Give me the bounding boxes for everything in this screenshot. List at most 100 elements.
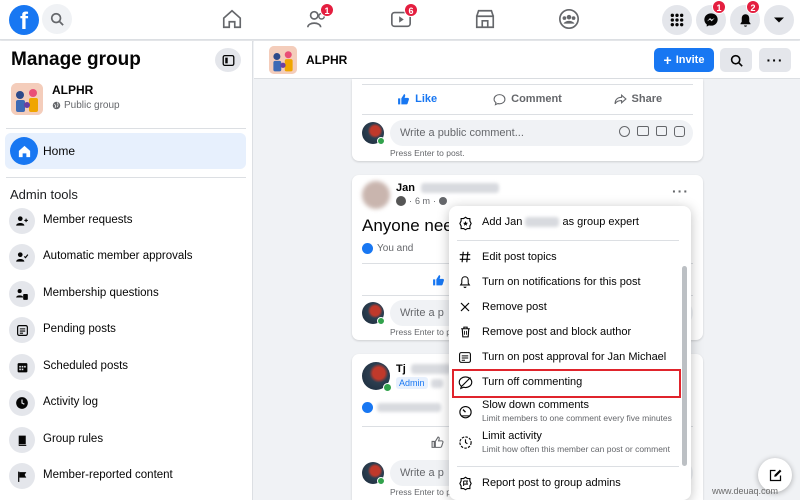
sticker-icon[interactable] — [674, 126, 685, 137]
separator-dot: · — [409, 196, 412, 206]
nav-groups-tab[interactable] — [549, 4, 589, 34]
author-avatar[interactable] — [362, 181, 390, 209]
flag-icon — [9, 463, 35, 489]
sidebar-item-pending-posts[interactable]: Pending posts — [5, 315, 246, 345]
sidebar-item-membership-questions[interactable]: Membership questions — [5, 279, 246, 309]
menu-item-slow-down-comments[interactable]: Slow down comments Limit members to one … — [449, 396, 681, 426]
sidebar-item-home[interactable]: Home — [5, 133, 246, 169]
menu-scrollbar[interactable] — [682, 266, 687, 466]
logo-letter: f — [20, 8, 28, 35]
watch-badge: 6 — [404, 3, 418, 17]
menu-item-edit-post-topics[interactable]: Edit post topics — [449, 245, 681, 269]
gif-icon[interactable] — [656, 126, 667, 136]
notifications-badge: 2 — [746, 0, 760, 14]
camera-icon[interactable] — [637, 126, 649, 136]
sidebar-item-group-rules[interactable]: Group rules — [5, 425, 246, 455]
nav-home-tab[interactable] — [212, 4, 252, 34]
group-avatar[interactable] — [269, 46, 297, 74]
press-enter-hint: Press Enter to p — [390, 327, 451, 337]
comment-placeholder: Write a p — [400, 307, 444, 319]
press-enter-hint: Press Enter to post. — [390, 148, 465, 158]
search-icon — [50, 12, 64, 26]
redacted-meta — [430, 378, 443, 388]
invite-label: Invite — [675, 54, 705, 66]
share-button[interactable]: Share — [583, 86, 693, 112]
comment-label: Comment — [511, 93, 562, 105]
emoji-icon[interactable] — [619, 126, 630, 137]
search-icon — [730, 54, 743, 67]
thumbs-up-icon — [433, 274, 444, 285]
redacted-author-name — [410, 364, 451, 375]
sidebar-item-activity-log[interactable]: Activity log — [5, 388, 246, 418]
menu-item-add-group-expert[interactable]: Add Jan as group expert — [449, 210, 681, 236]
messenger-badge: 1 — [712, 0, 726, 14]
admin-tools-heading: Admin tools — [10, 187, 78, 202]
online-status-dot — [377, 317, 385, 325]
invite-button[interactable]: + Invite — [654, 48, 714, 72]
menu-item-turn-on-post-approval[interactable]: Turn on post approval for Jan Michael — [449, 345, 681, 369]
menu-separator — [457, 240, 679, 241]
reaction-summary[interactable]: You and — [362, 243, 413, 254]
group-search-button[interactable] — [720, 48, 752, 72]
menu-item-report-to-admins[interactable]: Report post to group admins — [449, 471, 681, 495]
x-icon — [457, 299, 473, 315]
menu-item-limit-activity[interactable]: Limit activity Limit how often this memb… — [449, 427, 681, 457]
menu-item-turn-on-notifications[interactable]: Turn on notifications for this post — [449, 270, 681, 294]
menu-item-label: Remove post — [482, 301, 547, 313]
sidebar-item-label: Pending posts — [43, 323, 116, 335]
home-icon — [10, 137, 38, 165]
friends-badge: 1 — [320, 3, 334, 17]
group-header-name[interactable]: ALPHR — [306, 53, 347, 67]
approval-icon — [457, 349, 473, 365]
messenger-button[interactable]: 1 — [696, 0, 726, 35]
account-menu-button[interactable] — [764, 5, 794, 35]
menu-item-label: Add Jan as group expert — [482, 216, 639, 228]
online-status-dot — [377, 137, 385, 145]
sidebar-item-label: Membership questions — [43, 287, 159, 299]
slow-down-icon — [457, 403, 473, 419]
post-action-row — [422, 429, 452, 455]
menu-item-remove-and-block[interactable]: Remove post and block author — [449, 320, 681, 344]
limit-activity-icon — [457, 434, 473, 450]
post-author[interactable]: Jan — [396, 182, 500, 194]
menu-grid-button[interactable] — [662, 5, 692, 35]
post-time[interactable]: 6 m — [415, 196, 430, 206]
group-name[interactable]: ALPHR — [52, 83, 93, 97]
grid-menu-icon — [670, 13, 684, 27]
like-button[interactable] — [422, 429, 452, 455]
sidebar-item-automatic-member-approvals[interactable]: Automatic member approvals — [5, 242, 246, 272]
sidebar-item-member-reported-content[interactable]: Member-reported content — [5, 461, 246, 491]
menu-item-label: Turn on post approval for Jan Michael — [482, 351, 667, 363]
facebook-logo-icon[interactable]: f — [9, 5, 39, 35]
sidebar-item-label: Group rules — [43, 433, 104, 445]
nav-marketplace-tab[interactable] — [465, 4, 505, 34]
sidebar-item-scheduled-posts[interactable]: Scheduled posts — [5, 352, 246, 382]
menu-item-label: Report post to group admins — [482, 477, 621, 489]
hashtag-icon — [457, 249, 473, 265]
post-options-button[interactable]: ··· — [672, 183, 689, 199]
group-more-button[interactable]: ··· — [759, 48, 791, 72]
nav-friends-tab[interactable]: 1 — [297, 3, 337, 34]
sidebar-divider — [6, 177, 246, 178]
search-button[interactable] — [42, 4, 72, 34]
author-first-name: Jan — [396, 182, 415, 194]
nav-watch-tab[interactable]: 6 — [381, 3, 421, 34]
compose-icon — [769, 469, 781, 481]
post-author[interactable]: Tj — [396, 363, 451, 375]
reaction-summary[interactable] — [362, 402, 441, 413]
menu-item-description: Limit how often this member can post or … — [482, 444, 671, 454]
post-meta: · 6 m · — [396, 196, 448, 206]
like-button[interactable]: Like — [362, 86, 472, 112]
post-action-row: Like Comment Share — [362, 86, 693, 112]
menu-label-end: as group expert — [562, 216, 639, 228]
online-status-dot — [383, 383, 392, 392]
group-avatar[interactable] — [11, 83, 43, 115]
collapse-sidebar-button[interactable] — [215, 48, 241, 72]
menu-item-remove-post[interactable]: Remove post — [449, 295, 681, 319]
group-privacy: Public group — [52, 100, 120, 111]
comment-button[interactable]: Comment — [472, 86, 582, 112]
sidebar-toggle-icon — [222, 54, 234, 66]
sidebar-item-member-requests[interactable]: Member requests — [5, 206, 246, 236]
notifications-button[interactable]: 2 — [730, 0, 760, 35]
rules-book-icon — [9, 427, 35, 453]
